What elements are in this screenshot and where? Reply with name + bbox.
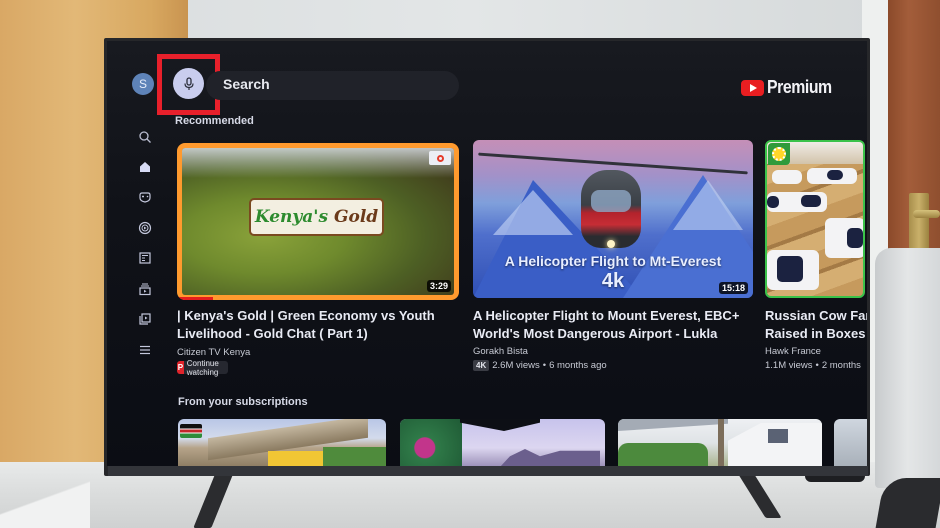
video-views: 2.6M views (492, 360, 540, 371)
video-duration: 3:29 (426, 280, 451, 292)
search-label[interactable]: Search (223, 76, 270, 92)
cow-shape (767, 250, 819, 290)
sidebar-item-subscriptions[interactable] (135, 279, 155, 299)
news-icon (139, 252, 151, 264)
video-channel: Citizen TV Kenya (177, 347, 251, 358)
video-age: 2 months (821, 360, 861, 371)
quality-badge-4k: 4K (473, 360, 490, 371)
meta-separator: • (542, 360, 547, 371)
continue-watching-badge: P Continue watching (177, 358, 229, 377)
roof-shape (500, 449, 600, 466)
cow-shape (825, 218, 863, 258)
video-channel: Gorakh Bista (473, 346, 528, 357)
section-title-recommended: Recommended (175, 115, 254, 127)
sidebar-item-music[interactable] (135, 218, 155, 238)
door-handle-plate (909, 193, 929, 249)
game-console (875, 248, 940, 488)
cow-shape (807, 168, 857, 184)
youtube-premium-logo: Premium (741, 77, 841, 98)
snow-shape (493, 190, 573, 235)
snow-shape (673, 180, 743, 230)
kenyas-gold-logo: Kenya's Gold (249, 198, 384, 236)
thumbnail-sky (182, 148, 454, 178)
trees-shape (323, 447, 386, 466)
music-icon (138, 221, 152, 235)
sidebar-item-home[interactable] (135, 157, 155, 177)
video-meta: 1.1M views • 2 months (765, 360, 867, 371)
video-duration: 15:18 (718, 282, 748, 294)
sidebar-item-news[interactable] (135, 248, 155, 268)
video-title-line1[interactable]: | Kenya's Gold | Green Economy vs Youth (177, 307, 435, 325)
gaming-icon (139, 192, 151, 203)
subscription-video-thumbnail[interactable] (400, 419, 605, 466)
helicopter-cockpit (591, 190, 631, 212)
thumbnail-notch (460, 419, 540, 431)
section-title-subscriptions: From your subscriptions (178, 396, 308, 408)
tree-trunk-shape (718, 419, 724, 466)
avatar-initial: S (138, 77, 147, 91)
premium-label: Premium (767, 77, 832, 97)
video-title-line1[interactable]: A Helicopter Flight to Mount Everest, EB… (473, 307, 739, 325)
video-age: 6 months ago (549, 360, 607, 371)
hedge-shape (618, 443, 708, 466)
video-title-line1[interactable]: Russian Cow Far (765, 307, 867, 325)
cow-shape (767, 192, 827, 212)
cow-shape (772, 170, 802, 184)
watch-progress-bar (179, 297, 213, 300)
library-icon (139, 313, 151, 325)
menu-icon (140, 345, 150, 355)
door-handle (913, 210, 940, 218)
thumbnail-caption: A Helicopter Flight to Mt-Everest (504, 253, 722, 269)
sidebar-item-gaming[interactable] (135, 187, 155, 207)
youtube-play-logo-icon (741, 79, 764, 96)
helicopter-light (607, 240, 615, 248)
subscription-video-thumbnail[interactable] (834, 419, 867, 466)
citizen-digital-logo-icon (429, 151, 451, 165)
video-title-line2[interactable]: Livelihood - Gold Chat ( Part 1) (177, 325, 368, 343)
window-shape (768, 429, 788, 443)
kenya-flag-icon (180, 424, 202, 438)
video-meta: 4K 2.6M views • 6 months ago (473, 360, 607, 371)
account-avatar[interactable]: S (132, 73, 154, 95)
meta-separator: • (815, 360, 819, 371)
video-title-line2[interactable]: Raised in Boxes | (765, 325, 867, 343)
subscriptions-icon (139, 283, 151, 296)
home-icon (140, 162, 150, 172)
sidebar-item-search[interactable] (135, 127, 155, 147)
kenyas-gold-logo-text: Kenya's Gold (254, 207, 379, 227)
sidebar-item-menu[interactable] (135, 340, 155, 360)
sidebar-item-settings[interactable] (135, 465, 155, 466)
video-thumbnail[interactable]: A Helicopter Flight to Mt-Everest 4k 15:… (473, 140, 753, 298)
subscription-video-thumbnail[interactable] (178, 419, 386, 466)
trees-shape (400, 419, 462, 466)
channel-logo-icon (768, 143, 790, 165)
construction-shape (268, 451, 323, 466)
search-icon (139, 131, 151, 143)
tv-bezel (108, 466, 868, 476)
video-channel: Hawk France (765, 346, 821, 357)
video-title-line2[interactable]: World's Most Dangerous Airport - Lukla (473, 325, 717, 343)
thumbnail-caption-4k: 4k (601, 270, 625, 292)
sidebar-item-library[interactable] (135, 309, 155, 329)
tv-screen: S Search Premium Recommended Kenya's Gol… (107, 41, 867, 466)
subscription-video-thumbnail[interactable] (618, 419, 822, 466)
awning-shape (618, 419, 728, 431)
video-views: 1.1M views (765, 360, 813, 371)
table-edge (0, 470, 90, 528)
premium-p-icon: P (177, 361, 184, 374)
video-thumbnail[interactable]: Kenya's Gold 3:29 (177, 143, 459, 300)
video-thumbnail[interactable] (765, 140, 865, 298)
continue-watching-label: Continue watching (186, 358, 219, 377)
